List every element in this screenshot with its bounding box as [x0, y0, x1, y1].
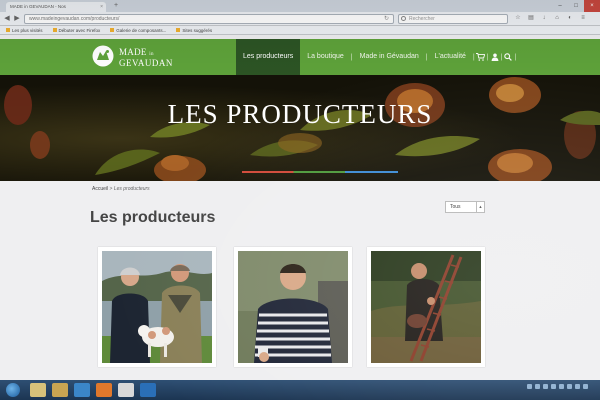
site-header: MADE in GEVAUDAN Les producteurs La bout… — [0, 39, 600, 75]
menu-item-made-in-gevaudan[interactable]: Made in Gévaudan — [353, 39, 426, 75]
home-icon[interactable]: ⌂ — [553, 14, 561, 23]
chrome-icon[interactable] — [118, 383, 134, 397]
tray-icon[interactable] — [527, 384, 532, 389]
browser-tab[interactable]: MADE in GEVAUDAN - Nos × — [6, 2, 106, 12]
menu-item-actualite[interactable]: L'actualité — [428, 39, 473, 75]
hero-title: LES PRODUCTEURS — [167, 99, 433, 129]
address-bar[interactable]: www.madeingevaudan.com/producteurs/ ↻ — [24, 14, 394, 24]
internet-explorer-icon[interactable] — [74, 383, 90, 397]
producer-card[interactable] — [98, 247, 216, 367]
reload-icon[interactable]: ↻ — [384, 15, 389, 23]
tray-icon[interactable] — [551, 384, 556, 389]
logo-line2: GEVAUDAN — [119, 58, 173, 68]
window-controls: – □ × — [552, 0, 600, 12]
tray-icon[interactable] — [535, 384, 540, 389]
browser-toolbar-icons: ☆ ▤ ↓ ⌂ ◐ ≡ — [514, 14, 587, 23]
browser-navbar: ◀ ▶ www.madeingevaudan.com/producteurs/ … — [0, 12, 600, 26]
file-explorer-icon[interactable] — [30, 383, 46, 397]
user-icon[interactable] — [489, 39, 501, 75]
tray-icon[interactable] — [567, 384, 572, 389]
magnifier-icon — [401, 16, 406, 21]
breadcrumb-current: Les producteurs — [113, 186, 150, 192]
breadcrumb-home[interactable]: Accueil — [92, 186, 108, 192]
system-tray — [527, 384, 594, 389]
tray-icon[interactable] — [543, 384, 548, 389]
producer-card[interactable] — [234, 247, 352, 367]
taskbar — [0, 380, 600, 400]
menu-separator: | — [514, 53, 517, 61]
bookmarks-bar: Les plus visités Débuter avec Firefox Ga… — [0, 26, 600, 35]
site-viewport: MADE in GEVAUDAN Les producteurs La bout… — [0, 35, 600, 380]
logo-line1: MADE — [119, 47, 147, 57]
firefox-icon[interactable] — [96, 383, 112, 397]
network-icon[interactable] — [575, 384, 580, 389]
site-logo[interactable]: MADE in GEVAUDAN — [92, 43, 172, 71]
screen: MADE in GEVAUDAN - Nos × + – □ × ◀ ▶ www… — [0, 0, 600, 400]
new-tab-icon[interactable]: + — [110, 2, 122, 11]
bookmark-item[interactable]: Débuter avec Firefox — [53, 28, 101, 33]
menu-item-producteurs[interactable]: Les producteurs — [236, 39, 301, 75]
breadcrumb: Accueil > Les producteurs — [92, 186, 150, 192]
filter-select-value: Tous — [450, 204, 461, 210]
producer-photo — [238, 251, 348, 363]
maximize-icon[interactable]: □ — [568, 0, 584, 12]
producer-photo — [102, 251, 212, 363]
download-icon[interactable]: ↓ — [540, 14, 548, 23]
chevron-down-icon: ▲ — [476, 202, 484, 212]
cart-icon[interactable] — [475, 39, 487, 75]
page-title: Les producteurs — [90, 209, 216, 226]
producer-photo — [371, 251, 481, 363]
browser-tabstrip: MADE in GEVAUDAN - Nos × + – □ × — [0, 0, 600, 12]
tray-icon[interactable] — [559, 384, 564, 389]
logo-line1-small: in — [149, 52, 154, 57]
star-icon[interactable]: ☆ — [514, 14, 522, 23]
share-icon[interactable]: ◐ — [566, 14, 574, 23]
hero-title-underline — [242, 171, 398, 173]
window-close-icon[interactable]: × — [584, 0, 600, 12]
minimize-icon[interactable]: – — [552, 0, 568, 12]
hero-banner: LES PRODUCTEURS — [0, 75, 600, 181]
menu-icon[interactable]: ≡ — [579, 14, 587, 23]
browser-search-input[interactable]: Rechercher — [398, 14, 508, 24]
producer-card[interactable] — [367, 247, 485, 367]
outlook-icon[interactable] — [140, 383, 156, 397]
search-placeholder: Rechercher — [409, 16, 435, 22]
bookmark-item[interactable]: Les plus visités — [6, 28, 43, 33]
volume-icon[interactable] — [583, 384, 588, 389]
logo-mark-icon — [92, 45, 114, 67]
reading-list-icon[interactable]: ▤ — [527, 14, 535, 23]
search-icon[interactable] — [502, 39, 514, 75]
forward-icon[interactable]: ▶ — [12, 14, 22, 24]
bookmark-item[interactable]: Galerie de composants... — [110, 28, 166, 33]
logo-text: MADE in GEVAUDAN — [119, 46, 173, 68]
back-icon[interactable]: ◀ — [2, 14, 12, 24]
breadcrumb-separator: > — [109, 186, 113, 192]
tab-title: MADE in GEVAUDAN - Nos — [10, 4, 66, 9]
filter-select[interactable]: Tous ▲ — [445, 201, 485, 213]
close-tab-icon[interactable]: × — [100, 4, 103, 10]
url-text: www.madeingevaudan.com/producteurs/ — [29, 16, 120, 22]
menu-item-boutique[interactable]: La boutique — [300, 39, 351, 75]
folder-icon[interactable] — [52, 383, 68, 397]
start-button[interactable] — [6, 383, 20, 397]
bookmark-item[interactable]: Sites suggérés — [176, 28, 212, 33]
taskbar-pinned-apps — [30, 383, 156, 397]
main-menu: Les producteurs La boutique | Made in Gé… — [236, 39, 516, 75]
